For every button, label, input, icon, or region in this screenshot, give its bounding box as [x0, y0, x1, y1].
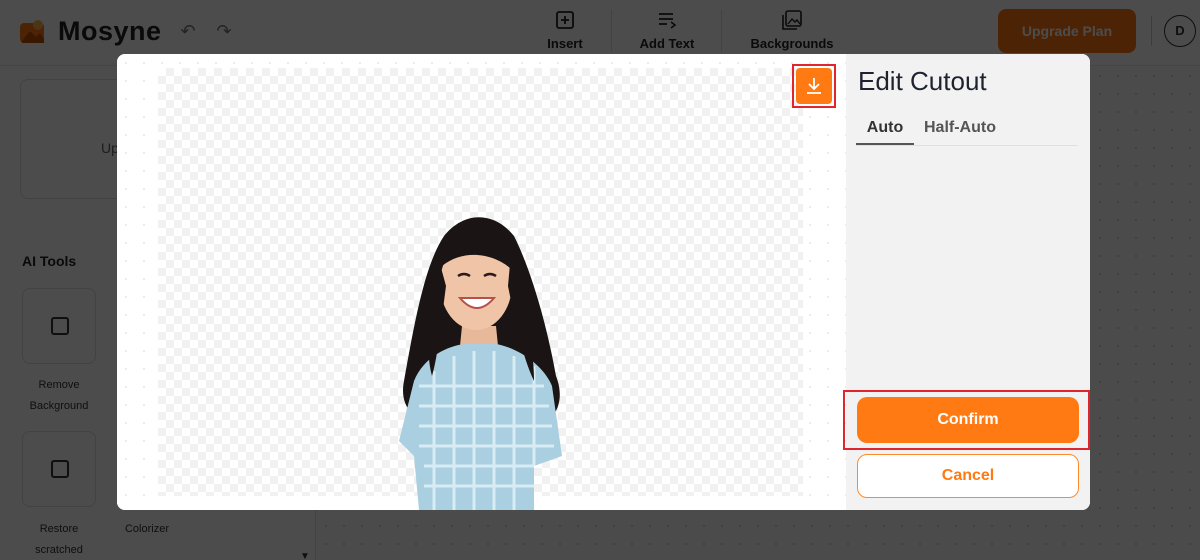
image-icon: [51, 317, 69, 335]
scroll-down-icon[interactable]: ▼: [300, 551, 310, 560]
download-button[interactable]: [796, 68, 832, 104]
backgrounds-label: Backgrounds: [750, 36, 834, 51]
tool-label-colorizer: Colorizer: [104, 519, 190, 540]
restore-scratched-tool[interactable]: [22, 431, 96, 507]
mode-tabs: Auto Half-Auto: [856, 114, 1078, 146]
edit-cutout-dialog: Edit Cutout Auto Half-Auto Confirm Cance…: [117, 54, 1090, 510]
backgrounds-icon: [782, 10, 802, 30]
cancel-button[interactable]: Cancel: [857, 454, 1079, 498]
image-restore-icon: [51, 460, 69, 478]
confirm-button[interactable]: Confirm: [857, 397, 1079, 443]
tool-label-line: Restore: [39, 523, 79, 535]
tool-label-line: scratched: [35, 544, 83, 556]
tool-label-line: Remove: [38, 379, 80, 391]
dialog-title: Edit Cutout: [858, 66, 987, 96]
add-text-button[interactable]: Add Text: [632, 8, 702, 56]
insert-button[interactable]: Insert: [533, 8, 597, 56]
toolbar-divider: [611, 10, 612, 52]
edit-cutout-panel: Edit Cutout Auto Half-Auto Confirm Cance…: [843, 54, 1090, 510]
tool-label-line: Background: [29, 400, 89, 412]
tool-label-line: Colorizer: [124, 523, 169, 535]
add-text-label: Add Text: [639, 36, 695, 51]
backgrounds-button[interactable]: Backgrounds: [744, 8, 840, 56]
insert-icon: [556, 11, 574, 29]
tab-half-auto[interactable]: Half-Auto: [924, 114, 1004, 145]
tool-label-restore-scratched: Restore scratched: [16, 519, 102, 560]
undo-icon[interactable]: ↶: [178, 22, 198, 42]
cutout-person-image: [399, 217, 562, 510]
tab-auto[interactable]: Auto: [856, 114, 914, 145]
remove-background-tool[interactable]: [22, 288, 96, 364]
avatar[interactable]: D: [1164, 15, 1196, 47]
download-icon: [807, 78, 821, 94]
transparent-background: [158, 68, 803, 510]
add-text-icon: [659, 13, 677, 29]
topbar-divider: [1151, 16, 1152, 46]
tool-label-remove-background: Remove Background: [16, 375, 102, 417]
upgrade-plan-button[interactable]: Upgrade Plan: [998, 9, 1136, 53]
cutout-preview-area: [117, 54, 846, 510]
toolbar-divider: [721, 10, 722, 52]
logo-icon: [20, 20, 44, 43]
ai-tools-title: AI Tools: [22, 253, 77, 269]
redo-icon[interactable]: ↷: [214, 22, 234, 42]
insert-label: Insert: [547, 36, 583, 51]
brand-name: Mosyne: [58, 16, 162, 46]
